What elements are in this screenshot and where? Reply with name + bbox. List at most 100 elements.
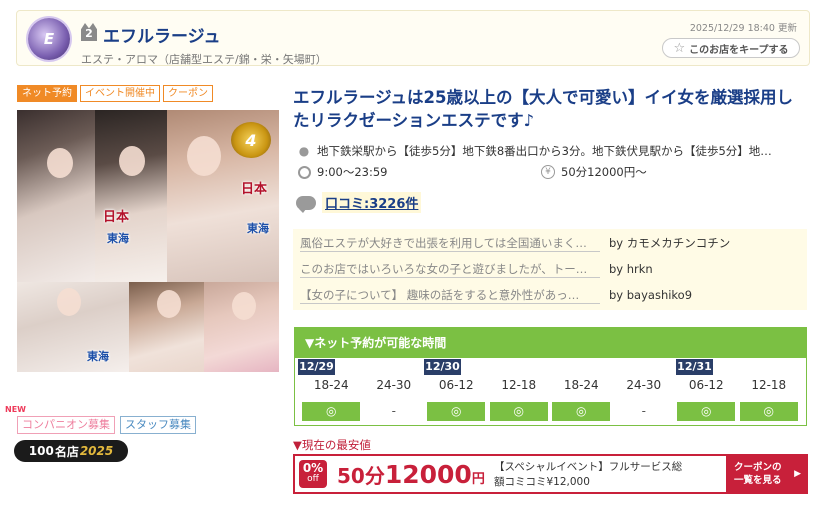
available-mark[interactable]: ◎: [489, 401, 548, 421]
available-mark[interactable]: ◎: [552, 401, 611, 421]
feature-tags: ネット予約 イベント開催中 クーポン: [17, 85, 213, 102]
available-mark[interactable]: ◎: [427, 401, 486, 421]
blurred-face: [157, 290, 181, 318]
tag-net-reservation[interactable]: ネット予約: [17, 85, 77, 102]
staff-recruit-button[interactable]: スタッフ募集: [120, 416, 196, 434]
coupon-btn-line1: クーポンの: [734, 462, 782, 473]
review-text[interactable]: 風俗エステが大好きで出張を利用しては全国通いまく…: [300, 235, 600, 252]
blurred-face: [232, 292, 256, 320]
coupon-yen: 12000: [384, 460, 472, 489]
award-prefix: 100: [28, 444, 54, 458]
badge-tokai: 東海: [107, 232, 129, 245]
shop-category: エステ・アロマ（店舗型エステ/錦・栄・矢場町）: [81, 53, 327, 66]
kuchikomi-link[interactable]: 口コミ:3226件: [322, 192, 422, 213]
girl-photo-4[interactable]: 東海: [17, 282, 129, 372]
slot-time: 24-30: [376, 378, 412, 392]
recruit-buttons: コンパニオン募集 スタッフ募集: [17, 416, 196, 434]
rank-number: 2: [85, 27, 93, 40]
kuchikomi-row: 口コミ:3226件: [296, 192, 422, 213]
coupon-btn-line2: 一覧を見る: [734, 475, 782, 486]
date-label: 12/30: [424, 359, 461, 375]
discount-off-text: off: [307, 474, 319, 484]
map-pin-icon: ●: [298, 144, 310, 158]
girl-photo-2[interactable]: 日本 東海: [95, 110, 167, 282]
coupon-minutes: 50分: [337, 464, 385, 488]
access-text: 地下鉄栄駅から【徒歩5分】地下鉄8番出口から3分。地下鉄伏見駅から【徒歩5分】地…: [317, 144, 772, 158]
blurred-face: [47, 148, 73, 178]
slot-available[interactable]: ◎: [488, 401, 551, 421]
date-label: 12/29: [298, 359, 335, 375]
available-mark[interactable]: ◎: [677, 401, 736, 421]
companion-recruit-button[interactable]: コンパニオン募集: [17, 416, 115, 434]
slot-available[interactable]: ◎: [738, 401, 801, 421]
available-mark[interactable]: ◎: [739, 401, 798, 421]
coupon-desc-line2: 額コミコミ¥12,000: [494, 476, 590, 488]
review-author: by カモメカチンコチン: [609, 236, 731, 250]
slot-row: 18-24 24-30 06-12 12-18 18-24 24-30 06-1…: [300, 378, 800, 392]
review-item[interactable]: 【女の子について】 趣味の話をすると意外性があっ… by bayashiko9: [300, 285, 800, 305]
coupon-description: 【スペシャルイベント】フルサービス総 額コミコミ¥12,000: [494, 460, 682, 490]
price-text: 50分12000円～: [561, 165, 647, 179]
shop-logo[interactable]: E: [28, 18, 70, 60]
access-row: ● 地下鉄栄駅から【徒歩5分】地下鉄8番出口から3分。地下鉄伏見駅から【徒歩5分…: [297, 143, 772, 159]
badge-nihon: 日本: [241, 182, 268, 197]
slot-available[interactable]: ◎: [675, 401, 738, 421]
meiten-award-badge[interactable]: 100 名店 2025: [14, 440, 128, 462]
date-row: 12/29 12/30 12/31: [295, 359, 806, 375]
keep-label: このお店をキープする: [689, 44, 789, 56]
logo-mark: E: [43, 30, 55, 48]
badge-tokai: 東海: [87, 350, 109, 363]
discount-badge: 0% off: [299, 460, 327, 488]
slot-time: 12-18: [751, 378, 787, 392]
best-price-label: ▼現在の最安値: [293, 438, 371, 452]
hours-row: 9:00～23:59: [297, 164, 387, 180]
slot-available[interactable]: ◎: [425, 401, 488, 421]
blurred-face: [119, 146, 145, 176]
unavailable-mark: -: [391, 404, 396, 418]
discount-percent: 0%: [302, 461, 324, 475]
crown-number: 4: [245, 130, 257, 150]
slot-available[interactable]: ◎: [300, 401, 363, 421]
rank-crown-icon: 2: [81, 23, 97, 41]
review-text[interactable]: 【女の子について】 趣味の話をすると意外性があっ…: [300, 287, 600, 304]
tag-event[interactable]: イベント開催中: [80, 85, 160, 102]
girl-photo-1[interactable]: [17, 110, 95, 282]
review-list: 風俗エステが大好きで出張を利用しては全国通いまく… by カモメカチンコチン こ…: [293, 229, 807, 310]
price-row: ¥ 50分12000円～: [541, 164, 647, 180]
blurred-face: [187, 136, 221, 176]
speech-bubble-icon: [296, 195, 316, 213]
coupon-price: 50分12000円: [337, 460, 485, 489]
shop-header: E 2 エフルラージュ エステ・アロマ（店舗型エステ/錦・栄・矢場町） 2025…: [16, 10, 810, 66]
slot-unavailable: -: [613, 401, 676, 421]
shop-catchphrase: エフルラージュは25歳以上の【大人で可愛い】イイ女を厳選採用したリラクゼーション…: [293, 88, 793, 130]
award-name: 名店: [54, 444, 79, 459]
review-text[interactable]: このお店ではいろいろな女の子と遊びましたが、トー…: [300, 261, 600, 278]
slot-time: 12-18: [501, 378, 537, 392]
coupon-desc-line1: 【スペシャルイベント】フルサービス総: [494, 461, 683, 473]
review-item[interactable]: 風俗エステが大好きで出張を利用しては全国通いまく… by カモメカチンコチン: [300, 233, 800, 253]
award-year: 2025: [79, 444, 114, 458]
coupon-unit: 円: [471, 472, 485, 487]
review-item[interactable]: このお店ではいろいろな女の子と遊びましたが、トー… by hrkn: [300, 259, 800, 279]
slot-time: 06-12: [438, 378, 474, 392]
badge-tokai: 東海: [247, 222, 269, 235]
date-label: 12/31: [676, 359, 713, 375]
reservation-table: ▼ネット予約が可能な時間 12/29 12/30 12/31 18-24 24-…: [294, 327, 807, 426]
review-author: by bayashiko9: [609, 288, 693, 302]
girl-photo-6[interactable]: [204, 282, 279, 372]
slot-time: 18-24: [563, 378, 599, 392]
review-author: by hrkn: [609, 262, 653, 276]
available-mark[interactable]: ◎: [302, 401, 361, 421]
girl-photo-5[interactable]: [129, 282, 204, 372]
updated-timestamp: 2025/12/29 18:40 更新: [689, 23, 797, 34]
slot-available[interactable]: ◎: [550, 401, 613, 421]
coupon-list-button[interactable]: クーポンの 一覧を見る: [726, 456, 806, 492]
keep-shop-button[interactable]: ☆ このお店をキープする: [662, 38, 800, 58]
star-icon: ☆: [673, 40, 686, 56]
shop-name[interactable]: エフルラージュ: [103, 22, 220, 47]
photo-grid[interactable]: 日本 東海 日本 東海 4 東海: [17, 110, 279, 372]
coupon-banner[interactable]: 0% off 50分12000円 【スペシャルイベント】フルサービス総 額コミコ…: [293, 454, 808, 494]
tag-coupon[interactable]: クーポン: [163, 85, 213, 102]
blurred-face: [57, 288, 81, 316]
new-badge: NEW: [5, 405, 26, 414]
